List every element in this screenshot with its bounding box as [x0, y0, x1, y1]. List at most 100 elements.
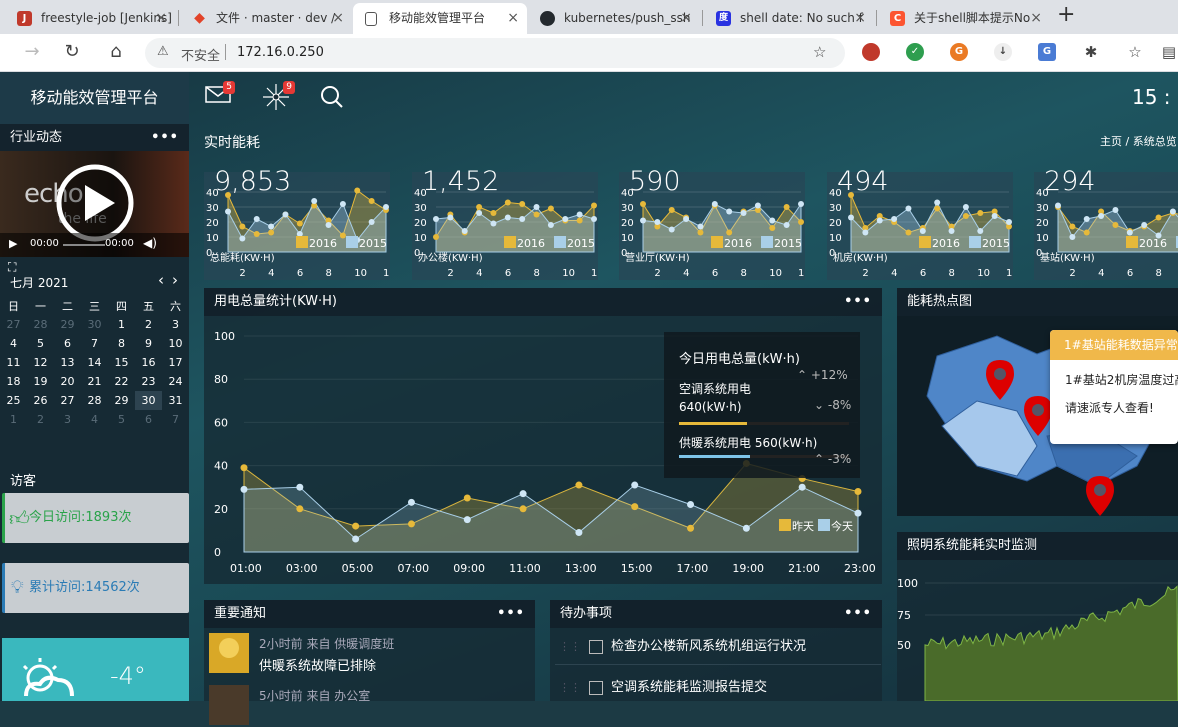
calendar-day[interactable]: 27	[54, 391, 81, 410]
search-button[interactable]	[320, 85, 344, 112]
download-icon[interactable]: ↓	[994, 43, 1012, 61]
calendar-day[interactable]: 26	[27, 391, 54, 410]
close-icon[interactable]: ×	[680, 3, 692, 33]
next-month-icon[interactable]: ›	[172, 271, 178, 289]
tab-github[interactable]: kubernetes/push_ssh ×	[528, 3, 700, 34]
calendar-day[interactable]: 7	[81, 334, 108, 353]
close-icon[interactable]: ×	[332, 3, 344, 33]
stat-card[interactable]: 2944030201002468101220162015基站(KW·H)	[1034, 166, 1178, 280]
close-icon[interactable]: ×	[507, 3, 519, 33]
calendar-day[interactable]: 3	[162, 315, 189, 334]
favorites-icon[interactable]: ☆	[1126, 43, 1144, 61]
shield-icon[interactable]: ✓	[906, 43, 924, 61]
calendar-day[interactable]: 23	[135, 372, 162, 391]
calendar-day[interactable]: 18	[0, 372, 27, 391]
calendar-day[interactable]: 14	[81, 353, 108, 372]
calendar-day[interactable]: 2	[135, 315, 162, 334]
ac-bar-fill	[679, 422, 747, 425]
calendar-day[interactable]: 1	[108, 315, 135, 334]
calendar-day[interactable]: 29	[54, 315, 81, 334]
tab-jenkins[interactable]: J freestyle-job [Jenkins] ×	[5, 3, 175, 34]
extension-icon[interactable]	[862, 43, 880, 61]
calendar-day[interactable]: 22	[108, 372, 135, 391]
home-icon[interactable]: ⌂	[104, 40, 128, 64]
calendar-day[interactable]: 20	[54, 372, 81, 391]
calendar-day[interactable]: 24	[162, 372, 189, 391]
stat-card[interactable]: 9,8534030201002468101220162015总能耗(KW·H)	[204, 166, 390, 280]
play-small-icon[interactable]: ▶	[9, 237, 17, 250]
todo-checkbox[interactable]	[589, 680, 603, 695]
calendar-day[interactable]: 21	[81, 372, 108, 391]
tab-energy-platform[interactable]: 移动能效管理平台 ×	[353, 3, 527, 34]
y-tick: 30	[829, 203, 842, 214]
calendar-day[interactable]: 7	[162, 410, 189, 429]
calendar-day[interactable]: 4	[81, 410, 108, 429]
close-icon[interactable]: ×	[854, 3, 866, 33]
mail-button[interactable]: 5	[205, 81, 235, 107]
calendar-day[interactable]: 6	[54, 334, 81, 353]
play-icon[interactable]	[55, 163, 135, 243]
back-arrow-icon[interactable]: →	[20, 40, 44, 64]
calendar-day[interactable]: 29	[108, 391, 135, 410]
puzzle-icon[interactable]: ✱	[1082, 43, 1100, 61]
url-text[interactable]: 172.16.0.250	[237, 45, 324, 60]
close-icon[interactable]: ×	[155, 3, 167, 33]
tab-baidu[interactable]: 度 shell date: No such f ×	[704, 3, 874, 34]
calendar-day[interactable]: 1	[0, 410, 27, 429]
grammar-icon[interactable]: G	[950, 43, 968, 61]
bookmark-add-icon[interactable]: ☆	[813, 43, 826, 61]
calendar-day[interactable]: 3	[54, 410, 81, 429]
drag-handle-icon[interactable]: ⋮⋮	[559, 629, 581, 665]
reload-icon[interactable]: ↻	[60, 40, 84, 64]
alerts-button[interactable]: 9	[263, 81, 295, 113]
calendar-day[interactable]: 31	[162, 391, 189, 410]
calendar-day[interactable]: 5	[108, 410, 135, 429]
tab-gitlab[interactable]: ◆ 文件 · master · dev / ×	[180, 3, 352, 34]
more-icon[interactable]: •••	[844, 288, 872, 316]
stat-card[interactable]: 5904030201002468101220162015营业厅(KW·H)	[619, 166, 805, 280]
calendar-day[interactable]: 25	[0, 391, 27, 410]
address-bar[interactable]: ⚠ 不安全 172.16.0.250 ☆	[145, 38, 845, 68]
todo-item[interactable]: ⋮⋮ 检查办公楼新风系统机组运行状况	[555, 629, 881, 665]
video-progress[interactable]	[63, 244, 105, 246]
calendar-day[interactable]: 4	[0, 334, 27, 353]
x-tick: 01:00	[230, 562, 262, 575]
calendar-day[interactable]: 5	[27, 334, 54, 353]
stat-card[interactable]: 4944030201002468101220162015机房(KW·H)	[827, 166, 1013, 280]
calendar-day[interactable]: 11	[0, 353, 27, 372]
more-icon[interactable]: •••	[497, 600, 525, 628]
calendar-day[interactable]: 10	[162, 334, 189, 353]
calendar-day[interactable]: 17	[162, 353, 189, 372]
calendar-day[interactable]: 27	[0, 315, 27, 334]
notice-item[interactable]: 5小时前 来自 办公室	[209, 683, 534, 727]
calendar-day[interactable]: 30	[135, 391, 162, 410]
calendar-day[interactable]: 19	[27, 372, 54, 391]
alarm-popup[interactable]: 1#基站能耗数据异常 1#基站2机房温度过高 请速派专人查看!	[1050, 330, 1178, 444]
tab-csdn[interactable]: C 关于shell脚本提示No ×	[878, 3, 1050, 34]
more-icon[interactable]: •••	[844, 600, 872, 628]
calendar-day[interactable]: 12	[27, 353, 54, 372]
video-player[interactable]: echo the life ▶ 00:00 00:00 ◀)	[0, 151, 189, 257]
translate-icon[interactable]: G	[1038, 43, 1056, 61]
breadcrumb[interactable]: 主页 / 系统总览	[1100, 133, 1177, 149]
calendar-day[interactable]: 30	[81, 315, 108, 334]
calendar-day[interactable]: 16	[135, 353, 162, 372]
volume-icon[interactable]: ◀)	[143, 236, 157, 250]
new-tab-button[interactable]: +	[1057, 2, 1075, 27]
calendar-day[interactable]: 28	[27, 315, 54, 334]
calendar-day[interactable]: 6	[135, 410, 162, 429]
calendar-day[interactable]: 9	[135, 334, 162, 353]
calendar-day[interactable]: 13	[54, 353, 81, 372]
app-logo[interactable]: 移动能效管理平台	[0, 72, 189, 124]
more-icon[interactable]: •••	[151, 124, 179, 151]
close-icon[interactable]: ×	[1030, 3, 1042, 33]
calendar-day[interactable]: 15	[108, 353, 135, 372]
calendar-day[interactable]: 8	[108, 334, 135, 353]
stat-card[interactable]: 1,4524030201002468101220162015办公楼(KW·H)	[412, 166, 598, 280]
calendar-day[interactable]: 28	[81, 391, 108, 410]
prev-month-icon[interactable]: ‹	[158, 271, 164, 289]
calendar-day[interactable]: 2	[27, 410, 54, 429]
collections-icon[interactable]: ▤	[1160, 43, 1178, 61]
notice-item[interactable]: 2小时前 来自 供暖调度班 供暖系统故障已排除	[209, 631, 534, 675]
todo-checkbox[interactable]	[589, 639, 603, 654]
